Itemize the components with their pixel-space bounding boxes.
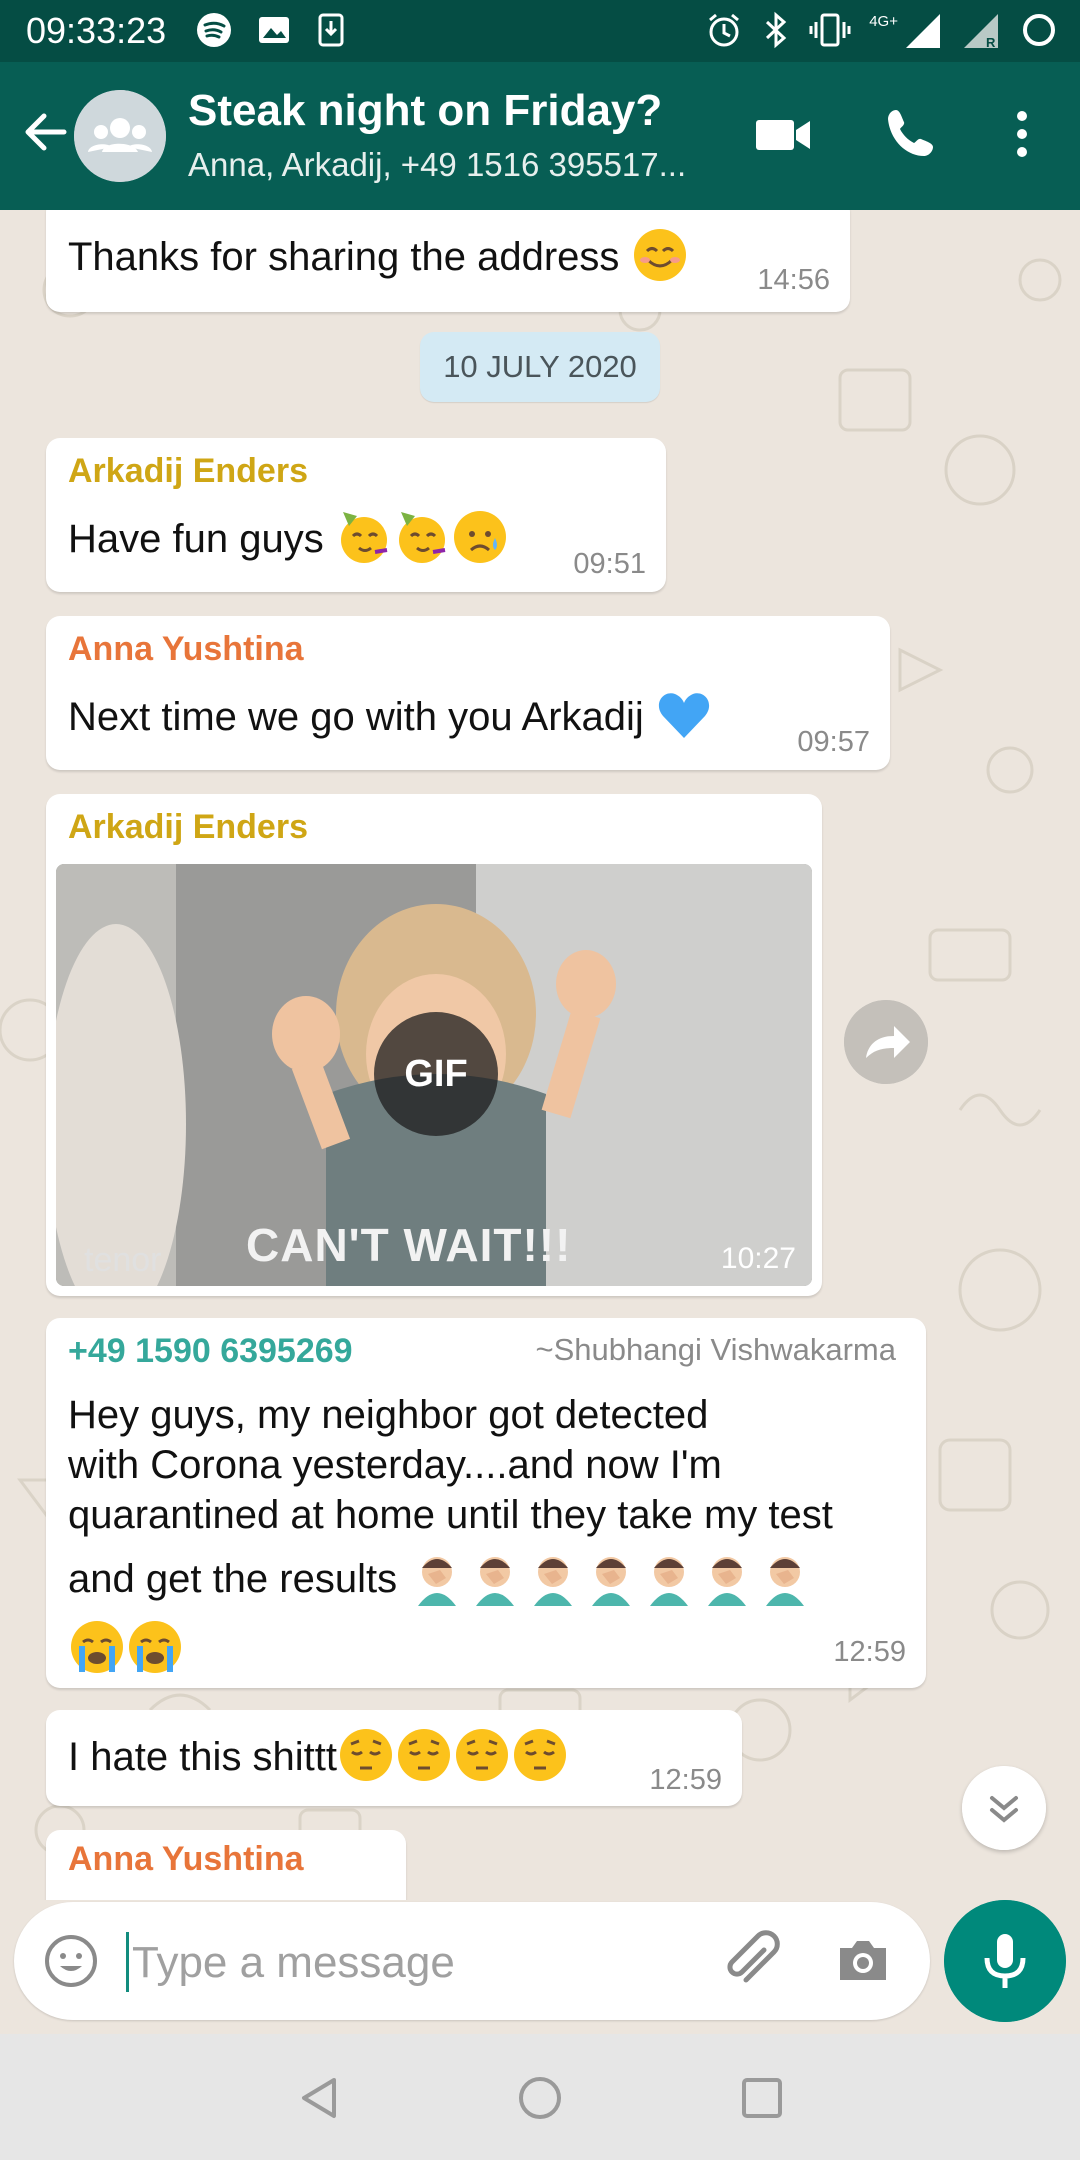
message-bubble[interactable]: Arkadij Enders Have fun guys 09:51	[46, 438, 666, 592]
download-notification-icon	[318, 13, 344, 47]
text-caret	[126, 1932, 129, 1992]
signal-roaming-icon: R	[964, 14, 998, 50]
smiling-face-emoji	[633, 229, 686, 281]
message-input[interactable]: Type a message	[132, 1938, 455, 1988]
pensive-face-emoji	[456, 1729, 509, 1781]
message-time: 10:27	[720, 1242, 796, 1275]
crying-emoji-group	[68, 1618, 833, 1676]
message-time: 09:57	[797, 726, 870, 758]
message-text: Have fun guys	[68, 517, 324, 561]
more-vert-icon[interactable]	[986, 98, 1058, 170]
message-text: Thanks for sharing the address	[68, 235, 620, 279]
camera-icon[interactable]	[832, 1930, 894, 1992]
image-notification-icon	[259, 17, 289, 43]
forward-icon[interactable]	[844, 1000, 928, 1084]
spotify-icon	[197, 13, 231, 47]
attach-icon[interactable]	[720, 1928, 786, 1994]
facepalm-emoji-group	[408, 1557, 814, 1606]
loudly-crying-emoji	[71, 1621, 123, 1673]
back-arrow-icon[interactable]	[18, 104, 74, 160]
partying-face-emoji	[398, 512, 446, 563]
pensive-emoji-group	[337, 1729, 569, 1781]
bluetooth-icon	[766, 11, 787, 49]
message-composer[interactable]: Type a message	[14, 1902, 930, 2020]
message-text: I hate this shittt	[68, 1735, 338, 1779]
tenor-watermark: tenor	[84, 1241, 162, 1279]
message-line: and get the results	[68, 1557, 398, 1601]
alarm-icon	[709, 13, 740, 47]
message-bubble[interactable]: I hate this shittt 12:59	[46, 1710, 742, 1806]
blue-heart-emoji	[658, 693, 710, 738]
partying-face-emoji	[340, 512, 388, 563]
sender-name[interactable]: Arkadij Enders	[68, 452, 308, 491]
sender-name[interactable]: Anna Yushtina	[68, 1840, 304, 1879]
message-list[interactable]: Thanks for sharing the address 14:56 10 …	[0, 210, 1080, 1900]
gif-message-bubble[interactable]: Arkadij Enders tenor CAN'T WAIT!!! GIF 1…	[46, 794, 822, 1296]
mic-icon[interactable]	[944, 1900, 1066, 2022]
message-bubble[interactable]: Anna Yushtina Next time we go with you A…	[46, 616, 890, 770]
message-bubble[interactable]: Thanks for sharing the address 14:56	[46, 210, 850, 312]
nav-recents-icon[interactable]	[738, 2074, 786, 2122]
sender-name[interactable]: Anna Yushtina	[68, 630, 304, 669]
facepalm-emoji	[418, 1557, 457, 1606]
message-line: Hey guys, my neighbor got detected	[68, 1393, 709, 1437]
facepalm-emoji	[766, 1557, 805, 1606]
message-time: 09:51	[573, 548, 646, 580]
message-bubble[interactable]: Anna Yushtina	[46, 1830, 406, 1900]
status-bar: 09:33:23 4G+ R	[0, 0, 1080, 62]
facepalm-emoji	[476, 1557, 515, 1606]
nav-back-icon[interactable]	[296, 2074, 344, 2122]
svg-text:R: R	[986, 35, 996, 50]
chat-header: Steak night on Friday? Anna, Arkadij, +4…	[0, 62, 1080, 210]
facepalm-emoji	[708, 1557, 747, 1606]
loudly-crying-emoji	[129, 1621, 181, 1673]
nav-home-icon[interactable]	[516, 2074, 564, 2122]
pensive-face-emoji	[514, 1729, 567, 1781]
vibrate-icon	[809, 13, 851, 47]
message-time: 14:56	[757, 264, 830, 296]
pensive-face-emoji	[340, 1729, 393, 1781]
facepalm-emoji	[592, 1557, 631, 1606]
message-time: 12:59	[649, 1764, 722, 1796]
facepalm-emoji	[534, 1557, 573, 1606]
sender-phone[interactable]: +49 1590 6395269	[68, 1332, 353, 1371]
gif-play-button[interactable]: GIF	[374, 1012, 498, 1136]
phone-icon[interactable]	[876, 98, 948, 170]
gif-caption: CAN'T WAIT!!!	[246, 1219, 572, 1271]
sender-push-name: ~Shubhangi Vishwakarma	[535, 1332, 896, 1367]
facepalm-emoji	[650, 1557, 689, 1606]
network-type-label: 4G+	[869, 12, 898, 30]
message-text: Next time we go with you Arkadij	[68, 695, 644, 739]
message-line: quarantined at home until they take my t…	[68, 1493, 833, 1537]
message-time: 12:59	[833, 1636, 906, 1668]
notification-icons	[196, 12, 346, 48]
gif-preview[interactable]: tenor CAN'T WAIT!!! GIF 10:27	[56, 864, 812, 1286]
signal-icon	[906, 14, 940, 48]
video-call-icon[interactable]	[748, 98, 820, 170]
system-navigation-bar	[0, 2034, 1080, 2160]
message-line: with Corona yesterday....and now I'm	[68, 1443, 722, 1487]
chat-title[interactable]: Steak night on Friday?	[188, 86, 662, 136]
sender-name[interactable]: Arkadij Enders	[68, 808, 308, 847]
scroll-down-icon[interactable]	[962, 1766, 1046, 1850]
sad-sweat-face-emoji	[453, 511, 506, 563]
emoji-icon[interactable]	[42, 1932, 100, 1990]
system-icons: 4G+ R	[705, 10, 1058, 50]
chat-participants[interactable]: Anna, Arkadij, +49 1516 395517...	[188, 146, 686, 184]
message-bubble[interactable]: +49 1590 6395269 ~Shubhangi Vishwakarma …	[46, 1318, 926, 1688]
pensive-face-emoji	[398, 1729, 451, 1781]
battery-circle-icon	[1023, 14, 1055, 46]
status-time: 09:33:23	[26, 10, 167, 51]
group-avatar-icon[interactable]	[74, 90, 166, 182]
date-separator: 10 JULY 2020	[420, 332, 660, 402]
